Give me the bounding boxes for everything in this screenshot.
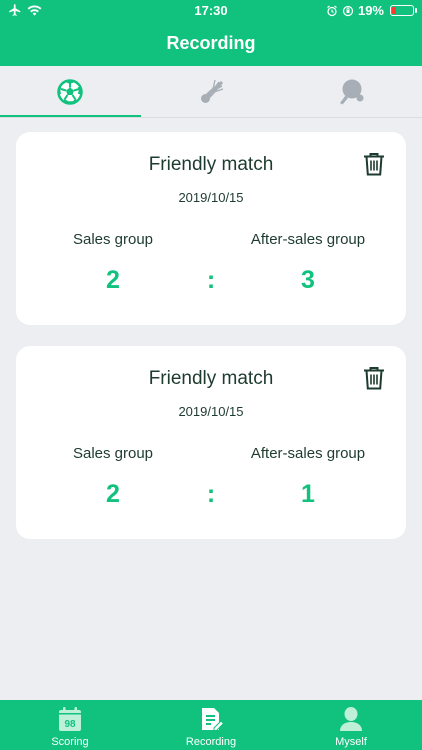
nav-item-recording[interactable]: Recording	[141, 700, 281, 750]
team-a-score: 2	[106, 480, 120, 508]
tab-football[interactable]	[0, 66, 140, 118]
match-card[interactable]: Friendly match 2019/10/15 Sales group Af…	[16, 346, 406, 539]
football-icon	[57, 79, 83, 105]
scoreboard-icon: 98	[59, 707, 81, 731]
match-card[interactable]: Friendly match 2019/10/15 Sales group Af…	[16, 132, 406, 325]
trash-icon	[364, 367, 384, 390]
tabs-divider	[0, 117, 422, 118]
ping-pong-icon	[340, 79, 364, 105]
team-b-score: 1	[301, 480, 315, 508]
nav-item-myself[interactable]: Myself	[281, 700, 421, 750]
delete-button[interactable]	[363, 152, 385, 176]
score-separator: :	[206, 480, 216, 508]
score-separator: :	[206, 266, 216, 294]
match-title: Friendly match	[148, 154, 274, 175]
team-a-score: 2	[106, 266, 120, 294]
svg-text:98: 98	[64, 719, 76, 730]
tab-table-tennis[interactable]	[281, 66, 421, 118]
shuttlecock-icon	[201, 79, 224, 103]
match-title: Friendly match	[148, 368, 274, 389]
team-a-name: Sales group	[72, 445, 154, 462]
team-a-name: Sales group	[72, 231, 154, 248]
team-b-name: After-sales group	[250, 445, 366, 462]
team-b-name: After-sales group	[250, 231, 366, 248]
status-right: 19%	[326, 3, 417, 18]
match-date: 2019/10/15	[178, 190, 244, 205]
orientation-lock-icon	[342, 5, 354, 16]
tab-badminton[interactable]	[141, 66, 281, 118]
nav-label: Scoring	[51, 736, 89, 748]
page-title: Recording	[166, 33, 256, 53]
alarm-icon	[327, 5, 337, 16]
trash-icon	[364, 153, 384, 176]
nav-item-scoring[interactable]: 98 Scoring	[0, 700, 140, 750]
bottom-nav: 98 Scoring Recording Myself	[0, 700, 422, 750]
delete-button[interactable]	[363, 366, 385, 390]
battery-icon	[390, 5, 417, 16]
user-icon	[340, 707, 362, 731]
team-b-score: 3	[301, 266, 315, 294]
nav-label: Recording	[185, 736, 237, 748]
nav-label: Myself	[335, 736, 367, 748]
edit-document-icon	[202, 708, 224, 731]
app-header: 17:30 19% Recording	[0, 0, 422, 66]
sport-tabs	[0, 66, 422, 118]
battery-percent: 19%	[357, 3, 384, 18]
match-date: 2019/10/15	[178, 404, 244, 419]
status-bar: 17:30 19%	[0, 0, 422, 22]
